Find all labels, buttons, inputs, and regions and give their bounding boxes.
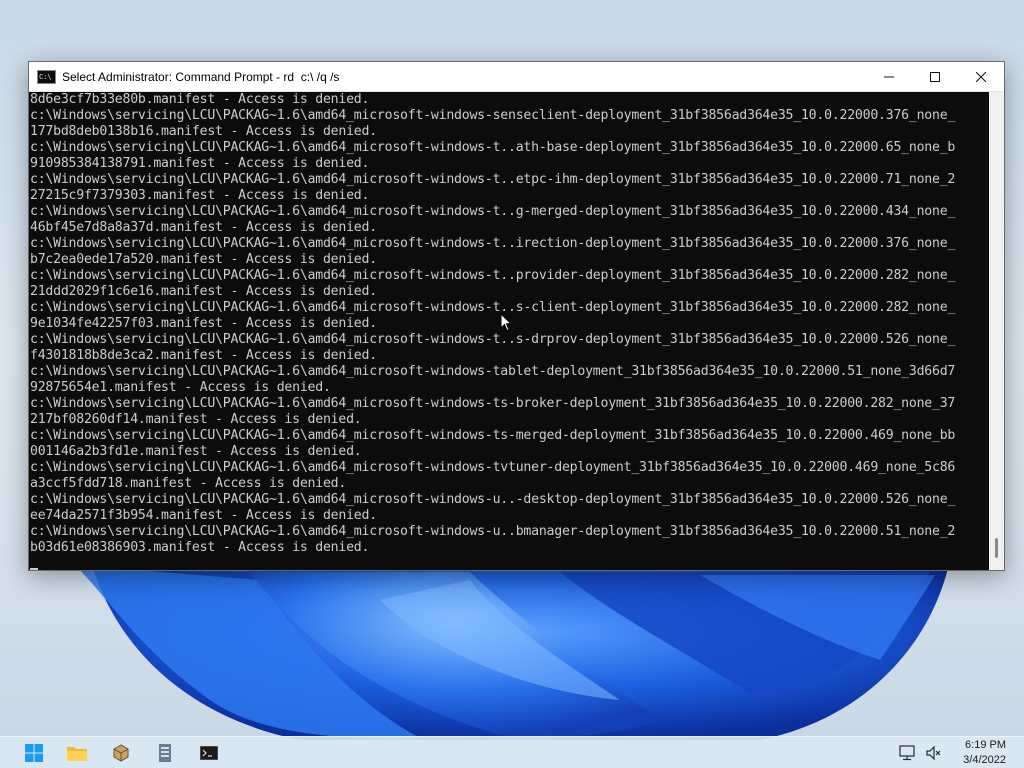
command-prompt-icon: C:\ bbox=[37, 69, 56, 84]
console-line: 910985384138791.manifest - Access is den… bbox=[30, 156, 370, 171]
console-line: 001146a2b3fd1e.manifest - Access is deni… bbox=[30, 444, 362, 459]
clock-date: 3/4/2022 bbox=[963, 754, 1006, 766]
clock-time: 6:19 PM bbox=[965, 739, 1006, 751]
console-line: 27215c9f7379303.manifest - Access is den… bbox=[30, 188, 370, 203]
minimize-button[interactable] bbox=[866, 62, 912, 91]
console-line: c:\Windows\servicing\LCU\PACKAG~1.6\amd6… bbox=[30, 364, 956, 379]
console-line: c:\Windows\servicing\LCU\PACKAG~1.6\amd6… bbox=[30, 460, 956, 475]
network-icon bbox=[899, 745, 915, 761]
console-line: b7c2ea0ede17a520.manifest - Access is de… bbox=[30, 252, 377, 267]
system-clock[interactable]: 6:19 PM 3/4/2022 bbox=[963, 738, 1006, 768]
scrollbar-thumb[interactable] bbox=[995, 538, 998, 558]
console-line: c:\Windows\servicing\LCU\PACKAG~1.6\amd6… bbox=[30, 172, 956, 187]
tray-volume[interactable] bbox=[922, 741, 946, 765]
console-line: 92875654e1.manifest - Access is denied. bbox=[30, 380, 331, 395]
windows-start-icon bbox=[25, 744, 43, 762]
package-icon bbox=[113, 744, 129, 762]
close-icon bbox=[976, 71, 986, 82]
taskbar-package[interactable] bbox=[109, 741, 133, 765]
taskbar: 6:19 PM 3/4/2022 bbox=[0, 736, 1024, 768]
title-bar[interactable]: C:\ Select Administrator: Command Prompt… bbox=[29, 62, 1004, 92]
console-line: c:\Windows\servicing\LCU\PACKAG~1.6\amd6… bbox=[30, 140, 956, 155]
command-prompt-window[interactable]: C:\ Select Administrator: Command Prompt… bbox=[28, 61, 1005, 571]
console-line: ee74da2571f3b954.manifest - Access is de… bbox=[30, 508, 377, 523]
file-explorer-icon bbox=[67, 747, 87, 761]
server-manager-icon bbox=[159, 744, 171, 762]
taskbar-command-prompt[interactable] bbox=[197, 741, 221, 765]
console-line: c:\Windows\servicing\LCU\PACKAG~1.6\amd6… bbox=[30, 524, 956, 539]
console-line: 217bf08260df14.manifest - Access is deni… bbox=[30, 412, 362, 427]
maximize-icon bbox=[930, 71, 940, 82]
console-line: 177bd8deb0138b16.manifest - Access is de… bbox=[30, 124, 377, 139]
console-line: c:\Windows\servicing\LCU\PACKAG~1.6\amd6… bbox=[30, 428, 956, 443]
maximize-button[interactable] bbox=[912, 62, 958, 91]
mouse-pointer-icon bbox=[500, 313, 512, 332]
close-button[interactable] bbox=[958, 62, 1004, 91]
console-line: 8d6e3cf7b33e80b.manifest - Access is den… bbox=[30, 92, 370, 107]
taskbar-server-manager[interactable] bbox=[153, 741, 177, 765]
console-line: a3ccf5fdd718.manifest - Access is denied… bbox=[30, 476, 347, 491]
start-button[interactable] bbox=[22, 741, 46, 765]
vertical-scrollbar[interactable] bbox=[989, 92, 1004, 570]
taskbar-file-explorer[interactable] bbox=[65, 741, 89, 765]
command-prompt-icon bbox=[200, 746, 218, 760]
tray-network[interactable] bbox=[896, 741, 920, 765]
console-line: b03d61e08386903.manifest - Access is den… bbox=[30, 540, 370, 555]
console-line: 46bf45e7d8a8a37d.manifest - Access is de… bbox=[30, 220, 377, 235]
window-title: Select Administrator: Command Prompt - r… bbox=[62, 69, 340, 84]
volume-icon bbox=[926, 745, 941, 761]
console-line: c:\Windows\servicing\LCU\PACKAG~1.6\amd6… bbox=[30, 204, 956, 219]
console-line: 21ddd2029f1c6e16.manifest - Access is de… bbox=[30, 284, 377, 299]
console-line: c:\Windows\servicing\LCU\PACKAG~1.6\amd6… bbox=[30, 396, 956, 411]
console-line: c:\Windows\servicing\LCU\PACKAG~1.6\amd6… bbox=[30, 268, 956, 283]
console-line: c:\Windows\servicing\LCU\PACKAG~1.6\amd6… bbox=[30, 108, 956, 123]
console-line: c:\Windows\servicing\LCU\PACKAG~1.6\amd6… bbox=[30, 492, 956, 507]
text-cursor bbox=[30, 568, 38, 570]
minimize-icon bbox=[884, 76, 894, 77]
console-line: c:\Windows\servicing\LCU\PACKAG~1.6\amd6… bbox=[30, 236, 956, 251]
console-line: c:\Windows\servicing\LCU\PACKAG~1.6\amd6… bbox=[30, 332, 956, 347]
console-line: f4301818b8de3ca2.manifest - Access is de… bbox=[30, 348, 377, 363]
